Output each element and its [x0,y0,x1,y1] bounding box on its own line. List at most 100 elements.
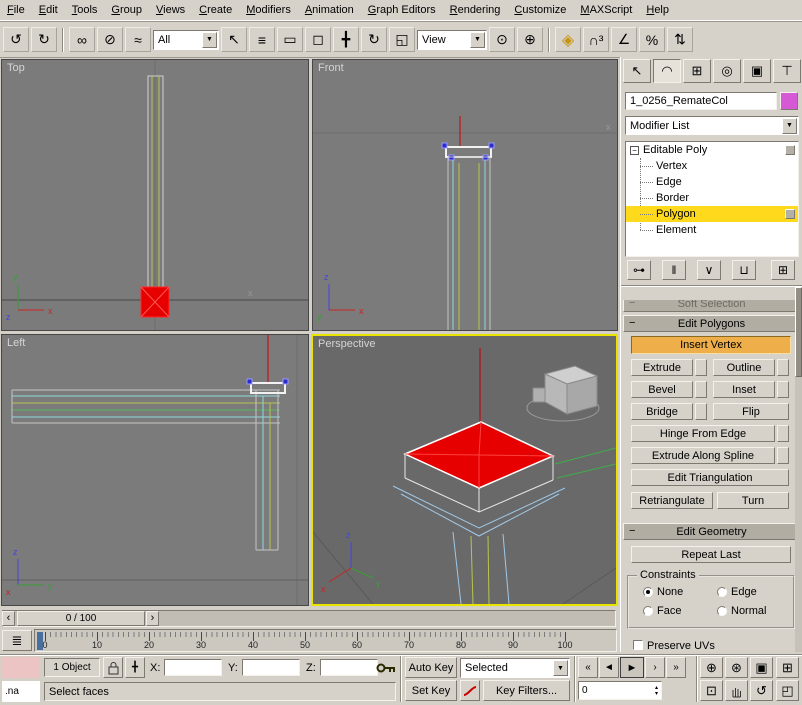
snaps-toggle-button[interactable]: ◈ [555,27,581,52]
object-color-swatch[interactable] [780,92,798,110]
stack-item-editable-poly[interactable]: − Editable Poly [626,142,798,158]
unlink-selection-button[interactable]: ⊘ [97,27,123,52]
time-slider-handle[interactable]: 0 / 100 [17,611,145,626]
arc-rotate-button[interactable]: ↺ [750,680,773,701]
selected-polygon[interactable] [405,422,553,488]
angle-snap-toggle-button[interactable]: ∠ [611,27,637,52]
coord-y-field[interactable] [242,659,300,676]
pan-button[interactable] [725,680,748,701]
constraint-radio-edge[interactable]: Edge [717,586,757,598]
select-and-scale-button[interactable]: ◱ [389,27,415,52]
tab-display[interactable]: ▣ [743,59,771,83]
panel-scrollbar[interactable] [795,287,802,652]
object-name-field[interactable]: 1_0256_RemateCol [625,92,777,110]
rollout-header-soft-selection[interactable]: − Soft Selection [623,300,800,312]
preserve-uvs-checkbox[interactable]: Preserve UVs [633,640,715,652]
undo-button[interactable]: ↺ [3,27,29,52]
select-and-link-button[interactable]: ∞ [69,27,95,52]
zoom-extents-all-button[interactable]: ⊞ [776,657,799,678]
constraint-radio-none[interactable]: None [643,586,683,598]
select-and-rotate-button[interactable]: ↻ [361,27,387,52]
outline-button[interactable]: Outline [713,359,775,376]
menu-item-maxscript[interactable]: MAXScript [573,1,639,19]
track-bar[interactable]: 0 10 20 30 40 50 60 70 80 90 100 [34,629,617,652]
viewport-label-front[interactable]: Front [318,62,344,74]
make-unique-button[interactable]: ∨ [697,260,721,280]
chevron-down-icon[interactable]: ▼ [202,32,217,48]
percent-snap-toggle-button[interactable]: % [639,27,665,52]
turn-button[interactable]: Turn [717,492,789,509]
tab-utilities[interactable]: ⊤ [773,59,801,83]
reference-coordinate-system-dropdown[interactable]: View ▼ [417,30,487,50]
use-pivot-point-center-button[interactable]: ⊙ [489,27,515,52]
rollout-header-edit-polygons[interactable]: − Edit Polygons [623,315,800,332]
zoom-region-button[interactable]: ⊡ [700,680,723,701]
bridge-settings-button[interactable] [695,403,707,420]
go-to-end-button[interactable]: » [666,657,686,678]
rectangular-selection-region-button[interactable]: ▭ [277,27,303,52]
absolute-offset-mode-button[interactable]: ╋ [125,657,145,678]
viewport-perspective[interactable]: z x y Perspective [311,334,618,606]
spinner-snap-toggle-button[interactable]: ⇅ [667,27,693,52]
time-slider-prev-button[interactable]: ‹ [2,611,15,626]
viewport-top[interactable]: y x z x Top [1,59,309,331]
viewport-label-left[interactable]: Left [7,337,25,349]
menu-item-create[interactable]: Create [192,1,239,19]
min-max-toggle-button[interactable]: ◰ [776,680,799,701]
inset-settings-button[interactable] [777,381,789,398]
hinge-from-edge-settings-button[interactable] [777,425,789,442]
stack-item-border[interactable]: Border [626,190,798,206]
maxscript-mini-listener[interactable]: .na [2,681,40,702]
zoom-button[interactable]: ⊕ [700,657,723,678]
hinge-from-edge-button[interactable]: Hinge From Edge [631,425,775,442]
tab-modify[interactable]: ◠ [653,59,681,83]
menu-item-group[interactable]: Group [104,1,149,19]
window-crossing-toggle-button[interactable]: ◻ [305,27,331,52]
play-animation-button[interactable]: ► [620,657,644,678]
menu-item-rendering[interactable]: Rendering [443,1,508,19]
repeat-last-button[interactable]: Repeat Last [631,546,791,563]
flip-button[interactable]: Flip [713,403,789,420]
go-to-start-button[interactable]: « [578,657,598,678]
menu-item-file[interactable]: File [0,1,32,19]
extrude-button[interactable]: Extrude [631,359,693,376]
stack-item-edge[interactable]: Edge [626,174,798,190]
key-filters-button[interactable]: Key Filters... [483,680,570,701]
viewport-label-top[interactable]: Top [7,62,25,74]
stack-item-state-icon[interactable] [785,145,795,155]
select-object-button[interactable]: ↖ [221,27,247,52]
constraint-radio-face[interactable]: Face [643,605,681,617]
edit-triangulation-button[interactable]: Edit Triangulation [631,469,789,486]
open-mini-curve-editor-button[interactable]: ≣ [2,630,32,651]
stack-item-element[interactable]: Element [626,222,798,238]
menu-item-edit[interactable]: Edit [32,1,65,19]
stack-item-state-icon[interactable] [785,209,795,219]
spinner-down-icon[interactable]: ▾ [655,691,658,697]
current-frame-field[interactable]: 0 ▴ ▾ [578,681,662,700]
selection-filter-dropdown[interactable]: All ▼ [153,30,219,50]
menu-item-help[interactable]: Help [639,1,676,19]
auto-key-button[interactable]: Auto Key [405,657,457,678]
tab-create[interactable]: ↖ [623,59,651,83]
extrude-along-spline-settings-button[interactable] [777,447,789,464]
select-by-name-button[interactable]: ≡ [249,27,275,52]
next-frame-button[interactable]: › [645,657,665,678]
zoom-extents-button[interactable]: ▣ [750,657,773,678]
retriangulate-button[interactable]: Retriangulate [631,492,713,509]
inset-button[interactable]: Inset [713,381,775,398]
snap-3d-button[interactable]: ∩³ [583,27,609,52]
menu-item-graph-editors[interactable]: Graph Editors [361,1,443,19]
insert-vertex-button[interactable]: Insert Vertex [631,336,791,354]
bind-to-space-warp-button[interactable]: ≈ [125,27,151,52]
select-and-manipulate-button[interactable]: ⊕ [517,27,543,52]
viewport-left[interactable]: z y x Left [1,334,309,606]
set-keys-button[interactable] [374,658,398,678]
chevron-down-icon[interactable]: ▼ [470,32,485,48]
configure-modifier-sets-button[interactable]: ⊞ [771,260,795,280]
modifier-list-dropdown[interactable]: Modifier List ▼ [625,116,799,135]
chevron-down-icon[interactable]: ▼ [553,660,568,676]
select-and-move-button[interactable]: ╋ [333,27,359,52]
pin-stack-button[interactable]: ⊶ [627,260,651,280]
time-slider-next-button[interactable]: › [146,611,159,626]
coord-x-field[interactable] [164,659,222,676]
